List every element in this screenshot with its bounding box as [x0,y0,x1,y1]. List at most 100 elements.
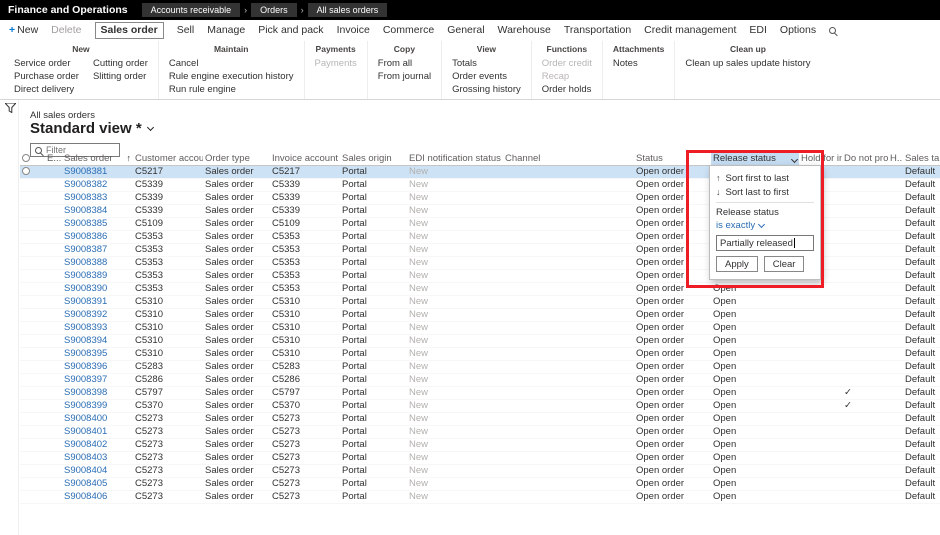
table-row[interactable]: S9008397 C5286 Sales order C5286 Portal … [20,373,940,386]
row-select-cell[interactable] [20,490,45,503]
sales-order-link[interactable]: S9008398 [62,386,133,399]
sort-first-to-last[interactable]: ↑ Sort first to last [716,171,814,185]
row-select-cell[interactable] [20,360,45,373]
table-row[interactable]: S9008402 C5273 Sales order C5273 Portal … [20,438,940,451]
sales-order-link[interactable]: S9008391 [62,295,133,308]
table-row[interactable]: S9008399 C5370 Sales order C5370 Portal … [20,399,940,412]
breadcrumb-accounts-receivable[interactable]: Accounts receivable [142,3,241,17]
row-radio-icon[interactable] [22,167,30,175]
tab-pick-and-pack[interactable]: Pick and pack [258,24,323,36]
tab-edi[interactable]: EDI [749,24,767,36]
sales-order-link[interactable]: S9008404 [62,464,133,477]
col-e[interactable]: E... [45,152,62,165]
sales-order-link[interactable]: S9008401 [62,425,133,438]
tab-manage[interactable]: Manage [207,24,245,36]
sales-order-link[interactable]: S9008382 [62,178,133,191]
sales-order-link[interactable]: S9008395 [62,347,133,360]
col-customer-account[interactable]: Customer account [133,152,203,165]
col-edi-notification-status[interactable]: EDI notification status [407,152,503,165]
sales-order-link[interactable]: S9008400 [62,412,133,425]
table-row[interactable]: S9008401 C5273 Sales order C5273 Portal … [20,425,940,438]
sales-order-link[interactable]: S9008389 [62,269,133,282]
col-sales-taker[interactable]: Sales taker [903,152,940,165]
tab-general[interactable]: General [447,24,484,36]
row-select-cell[interactable] [20,477,45,490]
sales-order-link[interactable]: S9008381 [62,165,133,178]
new-button[interactable]: +New [9,24,38,36]
order-events-button[interactable]: Order events [452,71,521,82]
tab-warehouse[interactable]: Warehouse [498,24,551,36]
sales-order-link[interactable]: S9008384 [62,204,133,217]
clear-button[interactable]: Clear [764,256,805,272]
row-select-cell[interactable] [20,204,45,217]
row-select-cell[interactable] [20,282,45,295]
breadcrumb-orders[interactable]: Orders [251,3,297,17]
sales-order-link[interactable]: S9008386 [62,230,133,243]
table-row[interactable]: S9008406 C5273 Sales order C5273 Portal … [20,490,940,503]
row-select-cell[interactable] [20,386,45,399]
sales-order-link[interactable]: S9008392 [62,308,133,321]
select-all-checkbox[interactable] [20,152,45,165]
sales-order-link[interactable]: S9008403 [62,451,133,464]
sales-order-link[interactable]: S9008390 [62,282,133,295]
table-row[interactable]: S9008396 C5283 Sales order C5283 Portal … [20,360,940,373]
apply-button[interactable]: Apply [716,256,758,272]
tab-options[interactable]: Options [780,24,816,36]
sales-order-link[interactable]: S9008385 [62,217,133,230]
row-select-cell[interactable] [20,243,45,256]
row-select-cell[interactable] [20,321,45,334]
run-rule-engine-button[interactable]: Run rule engine [169,84,294,95]
sort-last-to-first[interactable]: ↓ Sort last to first [716,185,814,199]
tab-credit-management[interactable]: Credit management [644,24,736,36]
row-select-cell[interactable] [20,334,45,347]
tab-invoice[interactable]: Invoice [337,24,370,36]
sales-order-link[interactable]: S9008393 [62,321,133,334]
slitting-order-button[interactable]: Slitting order [93,71,148,82]
table-row[interactable]: S9008395 C5310 Sales order C5310 Portal … [20,347,940,360]
row-select-cell[interactable] [20,230,45,243]
table-row[interactable]: S9008400 C5273 Sales order C5273 Portal … [20,412,940,425]
col-hold-for-invoice[interactable]: Hold for invoic... [799,152,842,165]
table-row[interactable]: S9008404 C5273 Sales order C5273 Portal … [20,464,940,477]
row-select-cell[interactable] [20,451,45,464]
sales-order-link[interactable]: S9008406 [62,490,133,503]
col-status[interactable]: Status [634,152,711,165]
from-journal-button[interactable]: From journal [378,71,431,82]
row-select-cell[interactable] [20,217,45,230]
col-sales-origin[interactable]: Sales origin [340,152,407,165]
table-row[interactable]: S9008394 C5310 Sales order C5310 Portal … [20,334,940,347]
row-select-cell[interactable] [20,165,45,178]
row-select-cell[interactable] [20,412,45,425]
grossing-history-button[interactable]: Grossing history [452,84,521,95]
table-row[interactable]: S9008403 C5273 Sales order C5273 Portal … [20,451,940,464]
col-invoice-account[interactable]: Invoice account [270,152,340,165]
search-icon[interactable] [829,27,836,34]
clean-up-sales-update-history-button[interactable]: Clean up sales update history [685,58,810,69]
tab-transportation[interactable]: Transportation [564,24,631,36]
sales-order-link[interactable]: S9008397 [62,373,133,386]
filter-operator-dropdown[interactable]: is exactly [716,220,814,231]
sales-order-link[interactable]: S9008405 [62,477,133,490]
recap-button[interactable]: Recap [542,71,592,82]
table-row[interactable]: S9008405 C5273 Sales order C5273 Portal … [20,477,940,490]
col-channel[interactable]: Channel [503,152,634,165]
breadcrumb-all-sales-orders[interactable]: All sales orders [308,3,388,17]
sales-order-link[interactable]: S9008388 [62,256,133,269]
col-h[interactable]: H... [888,152,903,165]
from-all-button[interactable]: From all [378,58,431,69]
payments-button[interactable]: Payments [315,58,357,69]
rule-engine-execution-history-button[interactable]: Rule engine execution history [169,71,294,82]
row-select-cell[interactable] [20,256,45,269]
row-select-cell[interactable] [20,308,45,321]
direct-delivery-button[interactable]: Direct delivery [14,84,79,95]
delete-button[interactable]: Delete [51,24,81,36]
tab-sales-order[interactable]: Sales order [95,22,164,39]
row-select-cell[interactable] [20,438,45,451]
row-select-cell[interactable] [20,295,45,308]
sales-order-link[interactable]: S9008383 [62,191,133,204]
sales-order-link[interactable]: S9008396 [62,360,133,373]
row-select-cell[interactable] [20,191,45,204]
tab-commerce[interactable]: Commerce [383,24,434,36]
notes-button[interactable]: Notes [613,58,638,69]
order-holds-button[interactable]: Order holds [542,84,592,95]
